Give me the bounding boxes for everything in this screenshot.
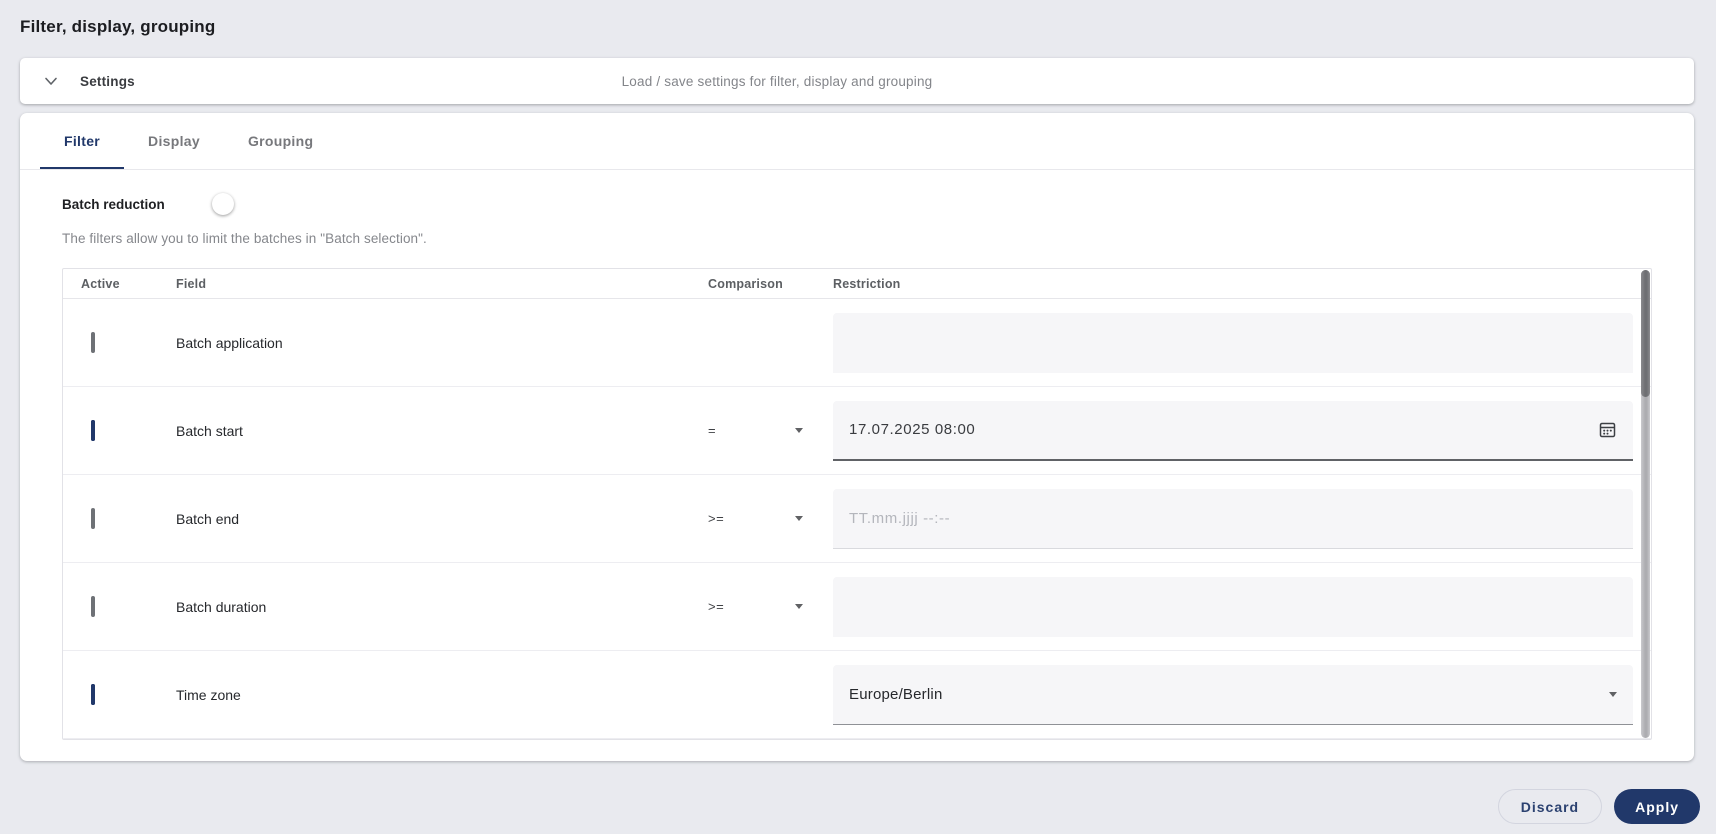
comparison-select[interactable]: >= [708,563,833,650]
tab-display-label: Display [148,133,200,149]
restriction-datetime-field [833,400,1633,461]
active-checkbox[interactable] [91,331,95,353]
table-row: Batch application [63,299,1651,387]
table-row: Batch duration >= [63,563,1651,651]
datetime-input[interactable] [849,421,1586,438]
comparison-select[interactable]: >= [708,475,833,562]
tab-display[interactable]: Display [124,113,224,169]
settings-panel-title: Settings [80,73,135,89]
table-row: Batch end >= [63,475,1651,563]
discard-button[interactable]: Discard [1497,789,1603,824]
restriction-field-disabled [833,312,1633,373]
restriction-datetime-field [833,488,1633,549]
field-label: Batch duration [176,598,267,615]
tab-filter-label: Filter [64,133,101,149]
table-row: Time zone Europe/Berlin [63,651,1651,739]
settings-panel-description: Load / save settings for filter, display… [621,73,933,89]
active-checkbox[interactable] [91,507,95,529]
table-header-row: Active Field Comparison Restriction [63,269,1651,299]
tab-bar: Filter Display Grouping [20,113,1694,170]
field-label: Batch start [176,422,243,439]
field-label: Batch end [176,510,240,527]
column-header-active: Active [81,276,120,291]
timezone-value: Europe/Berlin [849,685,943,703]
column-header-field: Field [176,276,207,291]
dropdown-arrow-icon [795,604,803,609]
active-checkbox[interactable] [91,595,95,617]
datetime-input[interactable] [849,509,1617,527]
column-header-comparison: Comparison [708,276,783,291]
page-title: Filter, display, grouping [20,17,216,36]
dropdown-arrow-icon [1609,691,1617,697]
comparison-select[interactable]: = [708,387,833,474]
restriction-field-disabled [833,576,1633,637]
batch-reduction-label: Batch reduction [62,196,165,212]
field-label: Batch application [176,334,283,351]
settings-expansion-panel[interactable]: Settings Load / save settings for filter… [20,58,1694,104]
batch-reduction-toggle[interactable] [193,193,234,215]
dropdown-arrow-icon [795,428,803,433]
table-row: Batch start = [63,387,1651,475]
apply-button[interactable]: Apply [1614,789,1700,824]
tab-grouping[interactable]: Grouping [224,113,337,169]
table-scrollbar-thumb[interactable] [1641,270,1650,397]
comparison-value: >= [708,599,725,614]
filter-tab-content: Batch reduction The filters allow you to… [20,193,1694,740]
chevron-down-icon [44,74,58,88]
active-checkbox[interactable] [91,419,95,441]
column-header-restriction: Restriction [833,276,901,291]
tab-grouping-label: Grouping [247,133,314,149]
active-checkbox[interactable] [91,683,95,705]
field-label: Time zone [176,686,241,703]
action-bar: Discard Apply [1497,789,1700,824]
comparison-value: >= [708,511,725,526]
filter-hint-text: The filters allow you to limit the batch… [62,231,427,246]
toggle-thumb [211,193,234,215]
timezone-select[interactable]: Europe/Berlin [833,664,1633,725]
calendar-icon[interactable] [1598,420,1617,439]
filter-card: Filter Display Grouping Batch reduction … [20,113,1694,761]
dropdown-arrow-icon [795,516,803,521]
filter-table: Active Field Comparison Restriction Batc… [62,268,1652,740]
tab-filter[interactable]: Filter [40,113,125,169]
table-scrollbar-track[interactable] [1641,270,1650,738]
comparison-value: = [708,423,717,438]
